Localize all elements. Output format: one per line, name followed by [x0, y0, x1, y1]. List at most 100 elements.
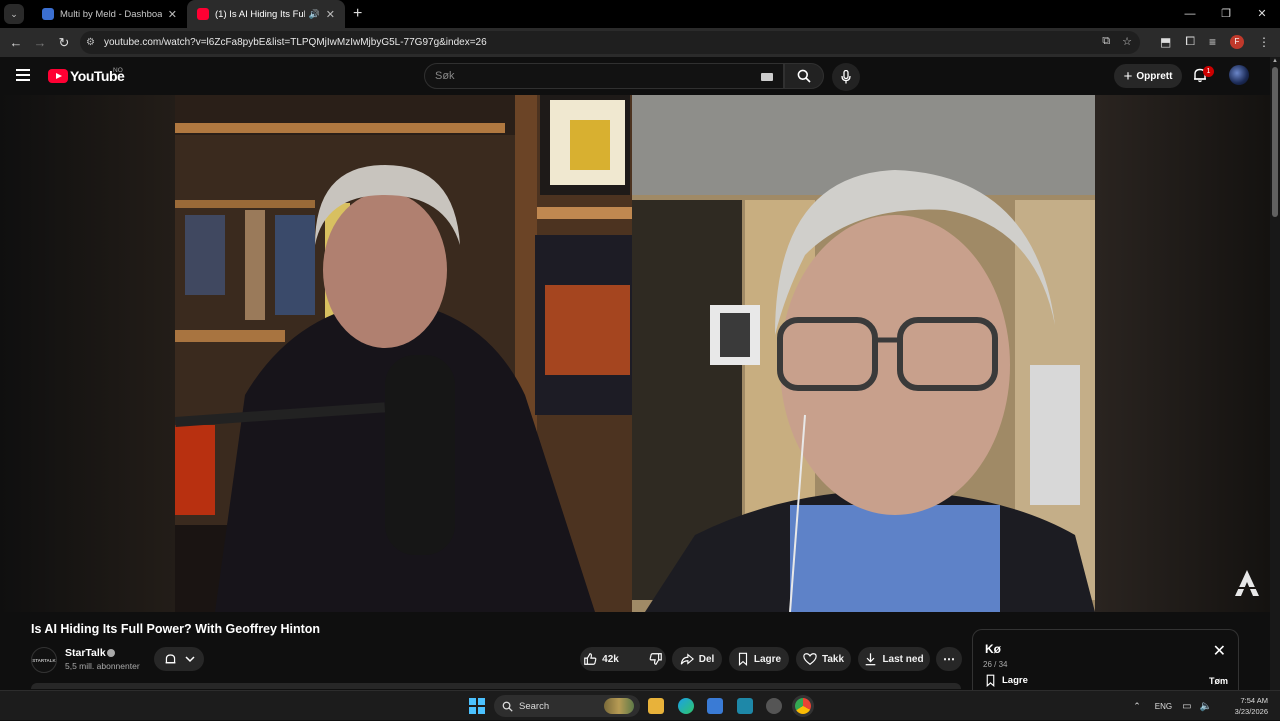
video-title: Is AI Hiding Its Full Power? With Geoffr… — [31, 622, 321, 636]
search-icon — [797, 69, 811, 83]
notification-badge: 1 — [1203, 66, 1214, 77]
clock-date: 3/23/2026 — [1234, 707, 1268, 716]
edge-browser-icon[interactable] — [678, 698, 694, 714]
tab-close-icon[interactable]: ✕ — [168, 8, 177, 21]
more-horizontal-icon: ⋯ — [943, 652, 955, 666]
description-box[interactable] — [31, 683, 961, 689]
thumbs-up-icon — [584, 653, 597, 665]
download-icon — [866, 653, 876, 666]
new-tab-button[interactable]: + — [353, 5, 362, 23]
queue-clear-button[interactable]: Tøm — [1209, 676, 1228, 686]
queue-position: 26 / 34 — [983, 660, 1008, 669]
speaker-icon[interactable]: 🔊 — [309, 9, 320, 20]
page-scrollbar[interactable]: ▲ — [1270, 57, 1280, 690]
scrollbar-thumb[interactable] — [1272, 67, 1278, 217]
save-button[interactable]: Lagre — [729, 647, 789, 671]
install-app-icon[interactable]: ⧉ — [1102, 35, 1110, 48]
windows-taskbar: Search ⌃ ENG ▭ 🔈 7:54 AM 3/23/2026 — [0, 690, 1280, 720]
account-avatar[interactable] — [1229, 65, 1249, 85]
tab-close-icon[interactable]: ✕ — [326, 8, 335, 21]
forward-arrow-icon[interactable]: → — [28, 35, 52, 50]
taskbar-clock[interactable]: 7:54 AM 3/23/2026 — [1220, 695, 1280, 717]
tab-search-button[interactable]: ⌄ — [4, 4, 24, 24]
ambient-left — [0, 95, 175, 612]
queue-panel: Kø 26 / 34 ✕ Lagre Tøm — [972, 629, 1239, 691]
video-frame[interactable] — [175, 95, 1095, 612]
like-count: 42k — [602, 653, 619, 665]
taskbar-search-label: Search — [519, 700, 550, 712]
windows-start-icon[interactable] — [469, 698, 485, 714]
site-info-icon[interactable]: ⚙ — [86, 37, 102, 48]
queue-close-icon[interactable]: ✕ — [1213, 644, 1226, 660]
thanks-label: Takk — [821, 653, 845, 665]
download-button[interactable]: Last ned — [858, 647, 930, 671]
download-label: Last ned — [882, 653, 924, 665]
microphone-icon — [841, 70, 851, 84]
tab-title: Multi by Meld - Dashboard. — [60, 8, 162, 20]
subscription-bell-button[interactable] — [154, 647, 204, 671]
channel-name[interactable]: StarTalk — [65, 647, 106, 659]
clock-time: 7:54 AM — [1240, 696, 1268, 705]
close-window-icon[interactable]: ✕ — [1244, 0, 1280, 28]
channel-avatar[interactable]: STARTALK — [31, 647, 57, 673]
voice-search-button[interactable] — [832, 63, 860, 91]
meld-favicon-icon — [42, 8, 54, 20]
back-arrow-icon[interactable]: ← — [4, 35, 28, 50]
like-button[interactable]: 42k — [573, 652, 629, 666]
tray-overflow-chevron-icon[interactable]: ⌃ — [1133, 701, 1141, 712]
thanks-heart-dollar-icon — [803, 653, 817, 665]
search-button[interactable] — [784, 63, 824, 89]
queue-save-label: Lagre — [1002, 675, 1028, 686]
more-actions-button[interactable]: ⋯ — [936, 647, 962, 671]
save-label: Lagre — [753, 653, 782, 665]
keyboard-icon[interactable] — [761, 73, 773, 81]
thumbs-down-icon — [649, 653, 662, 665]
menu-hamburger-icon[interactable] — [16, 69, 30, 81]
queue-save-button[interactable]: Lagre — [985, 674, 1028, 687]
file-explorer-icon[interactable] — [648, 698, 664, 714]
address-bar[interactable]: ⚙ youtube.com/watch?v=l6ZcFa8pybE&list=T… — [80, 31, 1140, 54]
tab-meld-dashboard[interactable]: Multi by Meld - Dashboard. ✕ — [32, 0, 187, 28]
settings-gear-icon[interactable] — [766, 698, 782, 714]
reload-icon[interactable]: ↻ — [52, 35, 76, 51]
profile-avatar[interactable]: F — [1230, 34, 1244, 49]
chrome-menu-icon[interactable]: ⋮ — [1258, 35, 1270, 49]
plus-icon: + — [1123, 67, 1133, 85]
url-text[interactable]: youtube.com/watch?v=l6ZcFa8pybE&list=TLP… — [104, 37, 487, 48]
browser-toolbar: ← → ↻ ⚙ youtube.com/watch?v=l6ZcFa8pybE&… — [0, 28, 1280, 57]
create-button[interactable]: + Opprett — [1114, 64, 1182, 88]
share-button[interactable]: Del — [672, 647, 722, 671]
snipping-tool-icon[interactable] — [737, 698, 753, 714]
scroll-up-icon[interactable]: ▲ — [1272, 58, 1278, 64]
language-indicator[interactable]: ENG — [1155, 702, 1172, 711]
startalk-watermark-icon[interactable] — [1232, 568, 1262, 598]
chrome-icon[interactable] — [795, 698, 811, 714]
display-icon[interactable]: ▭ — [1182, 701, 1191, 712]
minimize-icon[interactable]: — — [1172, 0, 1208, 28]
search-highlight-image — [604, 698, 634, 714]
tab-title: (1) Is AI Hiding Its Full Powe — [215, 8, 305, 20]
taskbar-search[interactable]: Search — [494, 695, 640, 717]
video-player[interactable] — [0, 95, 1270, 612]
bookmark-star-icon[interactable]: ☆ — [1122, 35, 1132, 48]
restore-icon[interactable]: ❐ — [1208, 0, 1244, 28]
search-box — [424, 63, 784, 89]
app-window-icon[interactable] — [707, 698, 723, 714]
chevron-down-icon — [184, 656, 195, 663]
thanks-button[interactable]: Takk — [796, 647, 851, 671]
volume-icon[interactable]: 🔈 — [1200, 701, 1212, 712]
extensions-icon[interactable]: ⧠ — [1185, 34, 1195, 49]
tab-youtube-video[interactable]: (1) Is AI Hiding Its Full Powe 🔊 ✕ — [187, 0, 345, 28]
reading-list-icon[interactable]: ≡ — [1209, 35, 1216, 49]
search-input[interactable] — [435, 70, 735, 82]
youtube-header: YouTube NO + Opprett 1 — [0, 57, 1270, 95]
share-arrow-icon — [680, 653, 694, 665]
create-label: Opprett — [1136, 70, 1173, 82]
youtube-play-icon — [48, 69, 68, 83]
subscriber-count: 5,5 mill. abonnenter — [65, 661, 140, 671]
dislike-button[interactable] — [639, 652, 673, 666]
extension-puzzle-icon[interactable]: ⬒ — [1160, 35, 1171, 49]
bookmark-icon — [986, 674, 995, 687]
like-dislike-group: 42k — [580, 647, 666, 671]
bell-icon — [165, 653, 175, 663]
